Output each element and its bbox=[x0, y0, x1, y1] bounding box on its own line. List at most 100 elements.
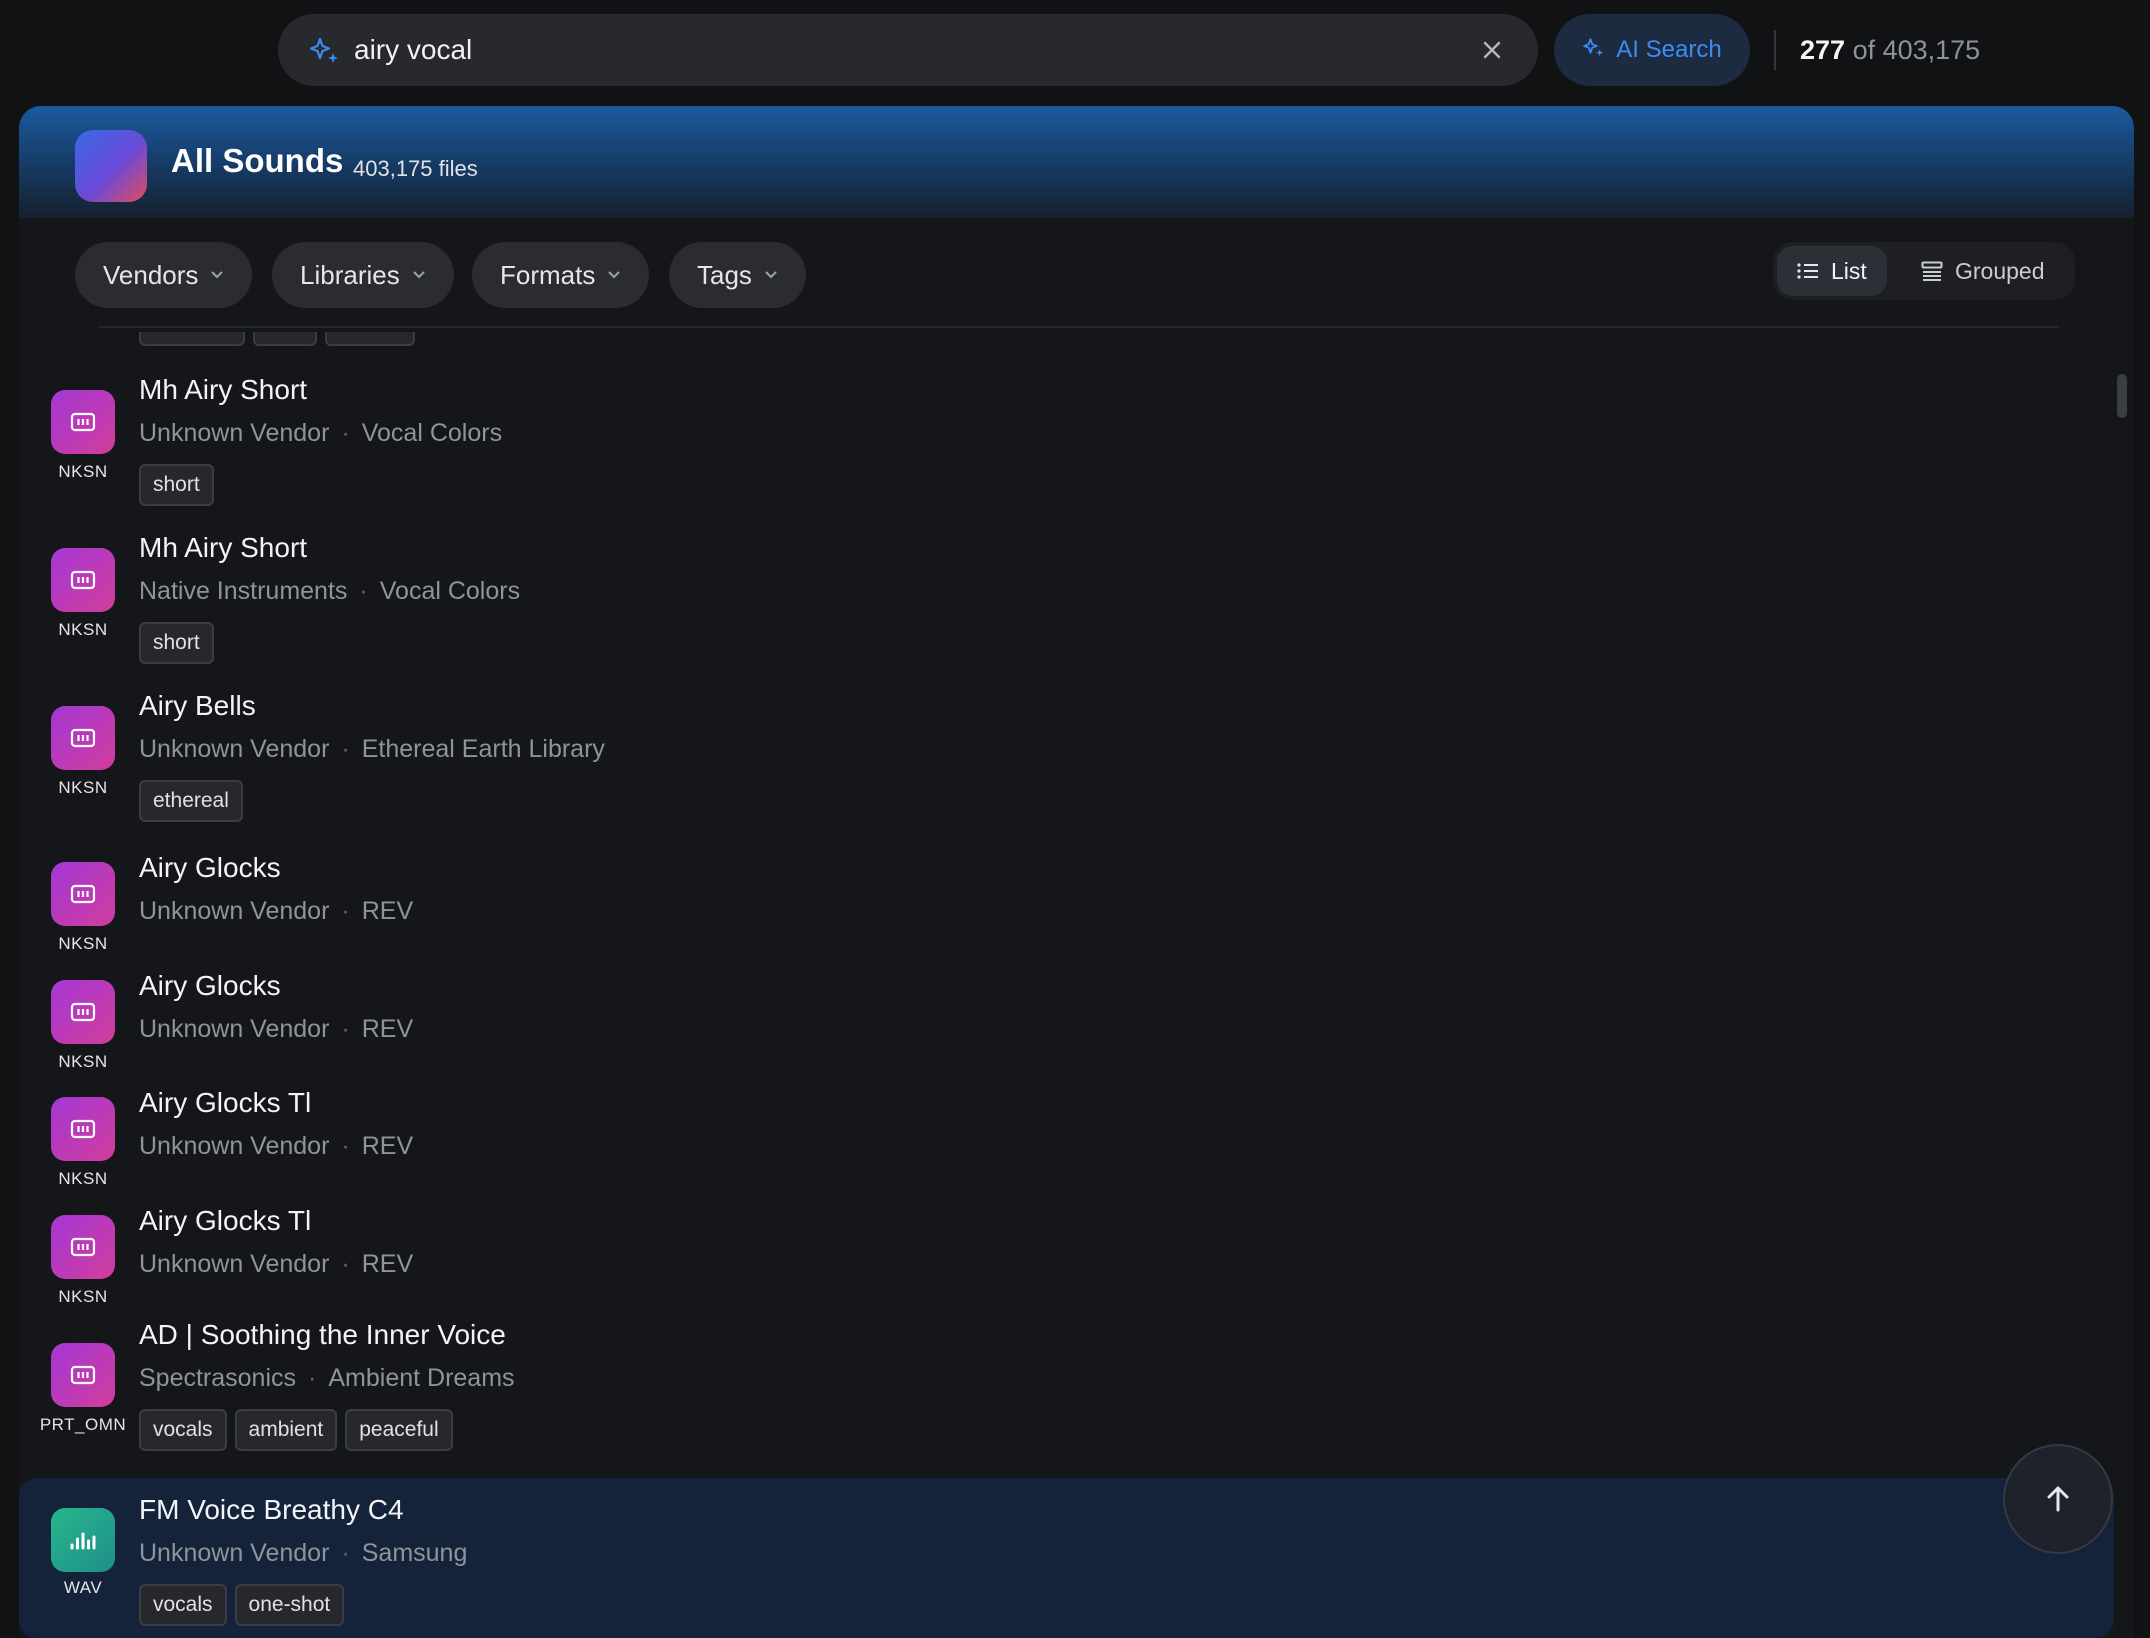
library-name: REV bbox=[361, 1132, 414, 1160]
tag[interactable]: ambient bbox=[234, 1409, 338, 1451]
view-toggle: List Grouped bbox=[1773, 242, 2075, 300]
sound-meta: Spectrasonics · Ambient Dreams bbox=[139, 1364, 515, 1392]
tag-list: vocals one-shot bbox=[139, 1584, 345, 1626]
list-view-button[interactable]: List bbox=[1777, 246, 1887, 296]
ai-search-button[interactable]: AI Search bbox=[1554, 14, 1750, 86]
sound-meta: Unknown Vendor · Ethereal Earth Library bbox=[139, 735, 605, 763]
list-item[interactable]: NKSN Airy Glocks Tl Unknown Vendor · REV bbox=[19, 1087, 2114, 1197]
tag[interactable]: short bbox=[139, 622, 214, 664]
tag-list: ethereal bbox=[139, 780, 243, 822]
waveform-icon bbox=[51, 1508, 115, 1572]
format-label: NKSN bbox=[58, 1052, 108, 1071]
sound-meta: Unknown Vendor · REV bbox=[139, 1015, 414, 1043]
tag[interactable]: vocals bbox=[139, 1584, 227, 1626]
divider bbox=[1774, 30, 1776, 70]
filter-bar: Vendors Libraries Formats Tags List Grou… bbox=[19, 218, 2134, 338]
collection-logo bbox=[75, 130, 147, 202]
scroll-to-top-button[interactable] bbox=[2003, 1444, 2113, 1554]
filter-label: Libraries bbox=[300, 259, 400, 290]
library-name: Ethereal Earth Library bbox=[361, 735, 605, 763]
sound-list: NKSN Mh Airy Short Unknown Vendor · Vocal … bbox=[19, 332, 2134, 1638]
keyboard-icon bbox=[51, 548, 115, 612]
library-name: Vocal Colors bbox=[379, 577, 521, 605]
vendors-filter[interactable]: Vendors bbox=[75, 242, 253, 308]
keyboard-icon bbox=[51, 862, 115, 926]
tag[interactable]: one-shot bbox=[234, 1584, 345, 1626]
tag-list: vocals ambient peaceful bbox=[139, 1409, 453, 1451]
vendor-name: Unknown Vendor bbox=[139, 419, 330, 447]
library-name: Vocal Colors bbox=[361, 419, 503, 447]
sound-meta: Unknown Vendor · REV bbox=[139, 1250, 414, 1278]
grouped-icon bbox=[1921, 261, 1943, 281]
filter-label: Tags bbox=[697, 259, 752, 290]
result-shown: 277 bbox=[1800, 35, 1846, 65]
vendor-name: Spectrasonics bbox=[139, 1364, 297, 1392]
vendor-name: Unknown Vendor bbox=[139, 1250, 330, 1278]
grouped-view-button[interactable]: Grouped bbox=[1901, 246, 2065, 296]
vendor-name: Unknown Vendor bbox=[139, 1015, 330, 1043]
vendor-name: Native Instruments bbox=[139, 577, 348, 605]
vendor-name: Unknown Vendor bbox=[139, 1132, 330, 1160]
scrollbar-thumb[interactable] bbox=[2117, 374, 2127, 418]
search-input[interactable]: airy vocal bbox=[354, 34, 1476, 66]
sound-meta: Unknown Vendor · Vocal Colors bbox=[139, 419, 503, 447]
sound-title: FM Voice Breathy C4 bbox=[139, 1494, 404, 1525]
list-item[interactable]: PRT_OMN AD | Soothing the Inner Voice Sp… bbox=[19, 1319, 2114, 1469]
keyboard-icon bbox=[51, 1215, 115, 1279]
list-item[interactable]: NKSN Airy Glocks Tl Unknown Vendor · REV bbox=[19, 1205, 2114, 1315]
list-icon bbox=[1797, 263, 1818, 279]
list-view-label: List bbox=[1831, 257, 1867, 284]
result-total: of 403,175 bbox=[1852, 35, 1981, 65]
tag[interactable]: peaceful bbox=[345, 1409, 453, 1451]
sound-title: Mh Airy Short bbox=[139, 532, 308, 563]
tag[interactable]: ethereal bbox=[139, 780, 243, 822]
clear-search-icon[interactable] bbox=[1476, 34, 1508, 66]
format-label: PRT_OMN bbox=[39, 1415, 127, 1434]
library-name: REV bbox=[361, 897, 414, 925]
list-item[interactable]: NKSN Mh Airy Short Native Instruments · Vo… bbox=[19, 532, 2114, 682]
sound-title: Airy Glocks Tl bbox=[139, 1087, 312, 1118]
arrow-up-icon bbox=[2047, 1486, 2069, 1512]
page-title: All Sounds bbox=[171, 142, 344, 179]
sound-title: Airy Glocks bbox=[139, 852, 281, 883]
format-label: NKSN bbox=[58, 462, 108, 481]
list-item[interactable]: NKSN Mh Airy Short Unknown Vendor · Vocal … bbox=[19, 374, 2114, 524]
sound-title: Mh Airy Short bbox=[139, 374, 308, 405]
sounds-panel: All Sounds 403,175 files Vendors Librari… bbox=[19, 106, 2134, 1638]
format-label: NKSN bbox=[58, 778, 108, 797]
library-name: REV bbox=[361, 1250, 414, 1278]
list-item[interactable]: NKSN Airy Glocks Unknown Vendor · REV bbox=[19, 852, 2114, 962]
list-item-selected[interactable]: WAV FM Voice Breathy C4 Unknown Vendor · S… bbox=[19, 1478, 2114, 1638]
partial-row-tags bbox=[139, 332, 415, 346]
sound-meta: Unknown Vendor · REV bbox=[139, 897, 414, 925]
library-name: REV bbox=[361, 1015, 414, 1043]
sparkle-icon bbox=[1582, 35, 1606, 66]
filter-divider bbox=[99, 326, 2059, 328]
vendor-name: Unknown Vendor bbox=[139, 897, 330, 925]
file-count: 403,175 files bbox=[353, 156, 478, 181]
chevron-down-icon bbox=[608, 271, 621, 279]
filter-label: Formats bbox=[500, 259, 596, 290]
sound-meta: Native Instruments · Vocal Colors bbox=[139, 577, 521, 605]
format-label: NKSN bbox=[58, 1287, 108, 1306]
tag[interactable]: short bbox=[139, 464, 214, 506]
formats-filter[interactable]: Formats bbox=[472, 242, 650, 308]
library-name: Samsung bbox=[361, 1539, 468, 1567]
search-bar[interactable]: airy vocal bbox=[278, 14, 1538, 86]
grouped-view-label: Grouped bbox=[1955, 257, 2045, 284]
keyboard-icon bbox=[51, 1097, 115, 1161]
library-name: Ambient Dreams bbox=[328, 1364, 515, 1392]
sparkle-icon bbox=[308, 33, 342, 67]
tags-filter[interactable]: Tags bbox=[669, 242, 806, 308]
libraries-filter[interactable]: Libraries bbox=[272, 242, 454, 308]
format-label: NKSN bbox=[58, 934, 108, 953]
format-label: WAV bbox=[63, 1578, 103, 1597]
tag-list: short bbox=[139, 622, 214, 664]
chevron-down-icon bbox=[765, 271, 777, 279]
list-item[interactable]: NKSN Airy Bells Unknown Vendor · Ethereal … bbox=[19, 690, 2114, 840]
tag[interactable]: vocals bbox=[139, 1409, 227, 1451]
chevron-down-icon bbox=[211, 271, 224, 279]
keyboard-icon bbox=[51, 706, 115, 770]
list-item[interactable]: NKSN Airy Glocks Unknown Vendor · REV bbox=[19, 970, 2114, 1080]
ai-search-label: AI Search bbox=[1616, 36, 1722, 63]
